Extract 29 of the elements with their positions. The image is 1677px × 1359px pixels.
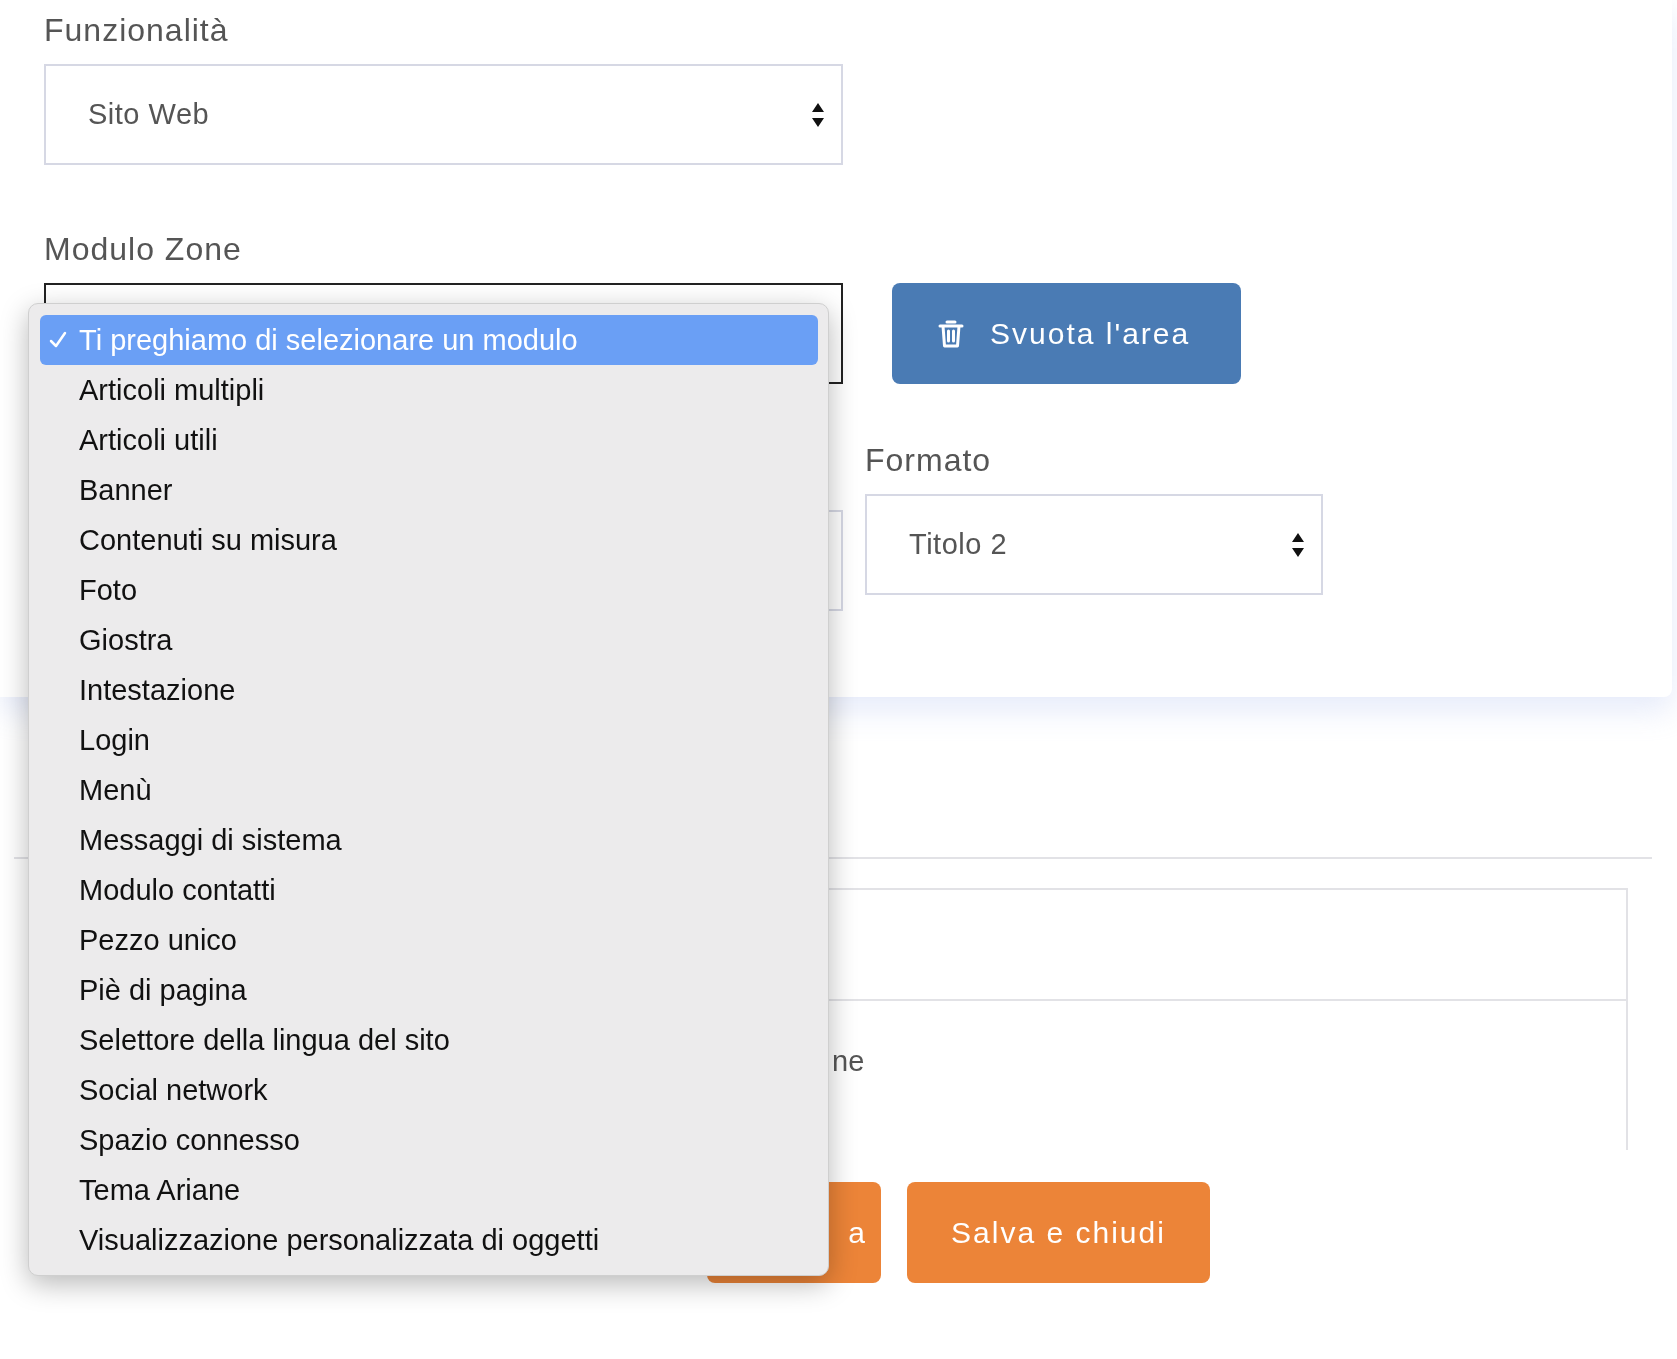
clear-button[interactable]: Svuota l'area [892,283,1241,384]
menu-item[interactable]: Spazio connesso [40,1115,818,1165]
menu-item[interactable]: Banner [40,465,818,515]
table-cell: ne [832,1045,865,1077]
menu-item[interactable]: Giostra [40,615,818,665]
field-label: Modulo Zone [44,231,243,267]
menu-item[interactable]: Foto [40,565,818,615]
field-label: Formato [865,442,993,478]
menu-item[interactable]: Tema Ariane [40,1165,818,1215]
menu-item[interactable]: Visualizzazione personalizzata di oggetti [40,1215,818,1265]
menu-item[interactable]: Social network [40,1065,818,1115]
trash-icon [938,318,964,349]
menu-item[interactable]: Messaggi di sistema [40,815,818,865]
menu-item[interactable]: Login [40,715,818,765]
menu-item[interactable]: Pezzo unico [40,915,818,965]
menu-item[interactable]: Articoli multipli [40,365,818,415]
menu-item[interactable]: Modulo contatti [40,865,818,915]
check-icon [48,330,68,350]
updown-icon [811,101,825,128]
menu-item[interactable]: Piè di pagina [40,965,818,1015]
updown-icon [1291,531,1305,558]
select-field[interactable]: Titolo 2 [865,494,1323,595]
menu-item[interactable]: Selettore della lingua del sito [40,1015,818,1065]
select-field[interactable]: Sito Web [44,64,843,165]
menu-item[interactable]: Articoli utili [40,415,818,465]
menu-item[interactable]: Contenuti su misura [40,515,818,565]
field-label: Funzionalità [44,12,230,48]
menu-item[interactable]: Menù [40,765,818,815]
menu-item[interactable]: Intestazione [40,665,818,715]
